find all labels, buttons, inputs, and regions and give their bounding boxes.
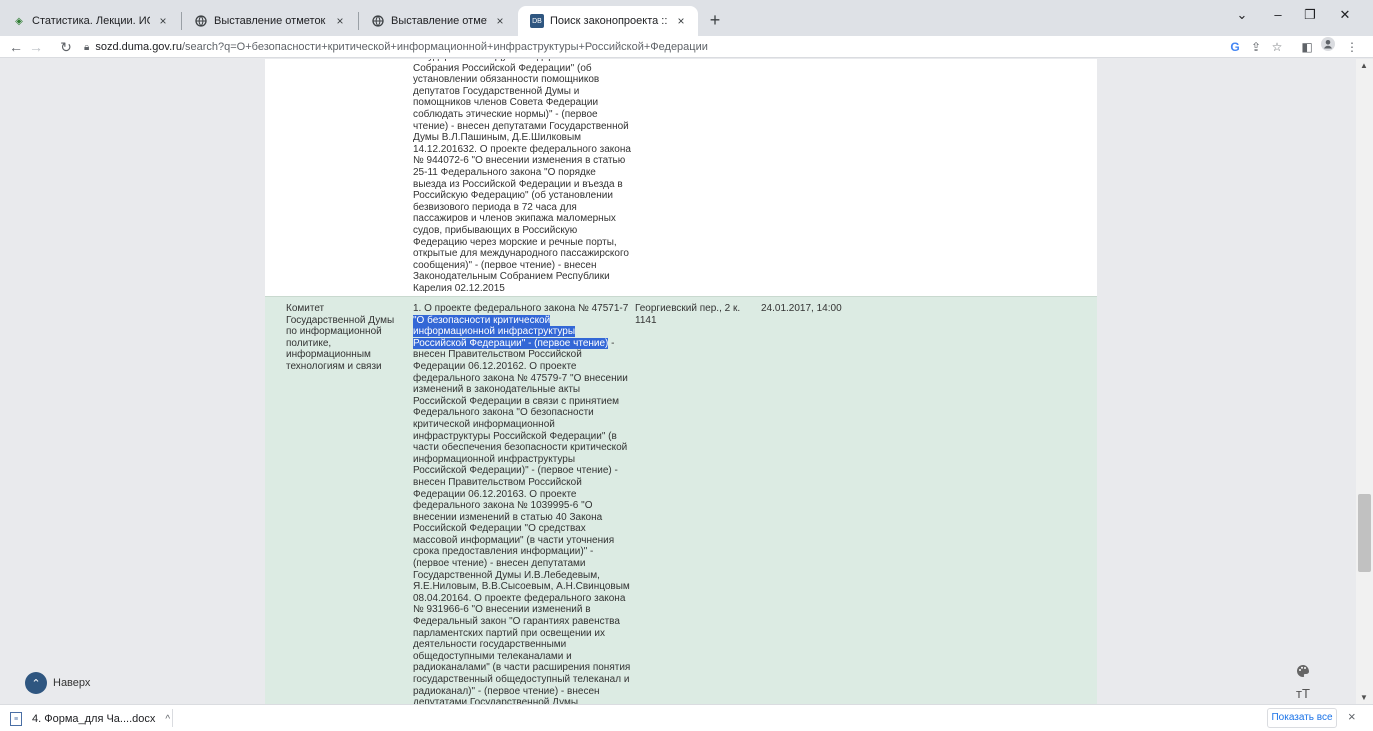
tab-search-chevron-icon[interactable]: ⌄ [1227, 4, 1257, 26]
show-all-downloads-button[interactable]: Показать все [1267, 708, 1337, 728]
page-viewport: Государственной Думы Федерального Собран… [0, 59, 1356, 704]
results-table: Государственной Думы Федерального Собран… [265, 59, 1097, 704]
row-description: Государственной Думы Федерального Собран… [413, 59, 631, 294]
bookmark-star-icon[interactable]: ☆ [1267, 37, 1287, 57]
downloads-bar: ≡ 4. Форма_для Ча....docx ^ Показать все… [0, 704, 1373, 731]
minimize-icon[interactable]: – [1263, 4, 1293, 26]
back-to-top-button[interactable]: ⌃ Наверх [25, 672, 90, 694]
tab-close-icon[interactable]: × [333, 14, 347, 28]
restore-icon[interactable]: ❐ [1295, 4, 1325, 26]
download-options-chevron-icon[interactable]: ^ [165, 714, 170, 725]
back-to-top-label: Наверх [53, 677, 91, 689]
tab-title: Выставление отметок в журнал [214, 15, 327, 27]
tab-close-icon[interactable]: × [493, 14, 507, 28]
url-path: /search?q=О+безопасности+критической+инф… [181, 41, 708, 53]
back-arrow-icon[interactable]: ← [6, 37, 26, 57]
row-committee: Комитет Государственной Думы по информац… [286, 303, 395, 372]
browser-toolbar: ← → ↻ 🔒︎ sozd.duma.gov.ru/search?q=О+без… [0, 36, 1373, 58]
tab-close-icon[interactable]: × [674, 14, 688, 28]
download-separator [172, 709, 173, 727]
globe-favicon-icon [371, 14, 385, 28]
browser-tab-4-active[interactable]: DB Поиск законопроекта :: Систем × [518, 6, 698, 36]
scrollbar-thumb[interactable] [1358, 494, 1371, 572]
kebab-menu-icon[interactable]: ⋮ [1342, 37, 1362, 57]
desc-before: 1. О проекте федерального закона № 47571… [413, 303, 629, 314]
desc-after: - внесен Правительством Российской Федер… [413, 337, 631, 704]
browser-tab-1[interactable]: ◈ Статистика. Лекции. ИСОП 2 ку × [0, 6, 180, 36]
globe-favicon-icon [194, 14, 208, 28]
table-row-current: Комитет Государственной Думы по информац… [265, 296, 1097, 704]
stat-favicon-icon: ◈ [15, 15, 23, 27]
row-date: 24.01.2017, 14:00 [761, 303, 842, 314]
font-size-icon[interactable]: тT [1293, 686, 1313, 701]
docx-file-icon: ≡ [10, 712, 22, 726]
scroll-down-arrow-icon[interactable]: ▼ [1360, 693, 1368, 702]
new-tab-button[interactable]: + [704, 9, 726, 31]
window-close-icon[interactable]: ✕ [1330, 4, 1360, 26]
duma-favicon-icon: DB [530, 14, 544, 28]
row-description: 1. О проекте федерального закона № 47571… [413, 303, 631, 704]
tab-close-icon[interactable]: × [156, 14, 170, 28]
browser-tab-2[interactable]: Выставление отметок в журнал × [182, 6, 357, 36]
google-icon[interactable]: G [1225, 37, 1245, 57]
download-item[interactable]: ≡ 4. Форма_для Ча....docx ^ [10, 710, 170, 728]
profile-avatar-icon[interactable] [1318, 37, 1338, 57]
tab-strip: ◈ Статистика. Лекции. ИСОП 2 ку × Выстав… [0, 0, 1373, 36]
highlighted-selection: "О безопасности критической информационн… [413, 314, 609, 349]
side-panel-icon[interactable]: ◧ [1297, 37, 1317, 57]
address-bar[interactable]: 🔒︎ sozd.duma.gov.ru/search?q=О+безопасно… [84, 37, 1234, 57]
chevron-up-icon: ⌃ [25, 672, 47, 694]
scroll-up-arrow-icon[interactable]: ▲ [1360, 61, 1368, 70]
tab-title: Поиск законопроекта :: Систем [550, 15, 668, 27]
page-scrollbar[interactable]: ▲ ▼ [1356, 59, 1373, 704]
palette-icon[interactable] [1293, 664, 1313, 681]
downloads-close-icon[interactable]: × [1348, 709, 1356, 724]
share-icon[interactable]: ⇪ [1246, 37, 1266, 57]
forward-arrow-icon[interactable]: → [26, 37, 46, 57]
lock-icon: 🔒︎ [84, 41, 90, 53]
row-address: Георгиевский пер., 2 к. 1141 [635, 303, 741, 326]
table-row: Государственной Думы Федерального Собран… [265, 59, 1097, 296]
download-file-name: 4. Форма_для Ча....docx [32, 713, 156, 725]
reload-icon[interactable]: ↻ [56, 37, 76, 57]
tab-title: Статистика. Лекции. ИСОП 2 ку [32, 15, 150, 27]
url-host: sozd.duma.gov.ru [95, 41, 182, 53]
tab-title: Выставление отметок в журнал [391, 15, 487, 27]
browser-tab-3[interactable]: Выставление отметок в журнал × [359, 6, 517, 36]
